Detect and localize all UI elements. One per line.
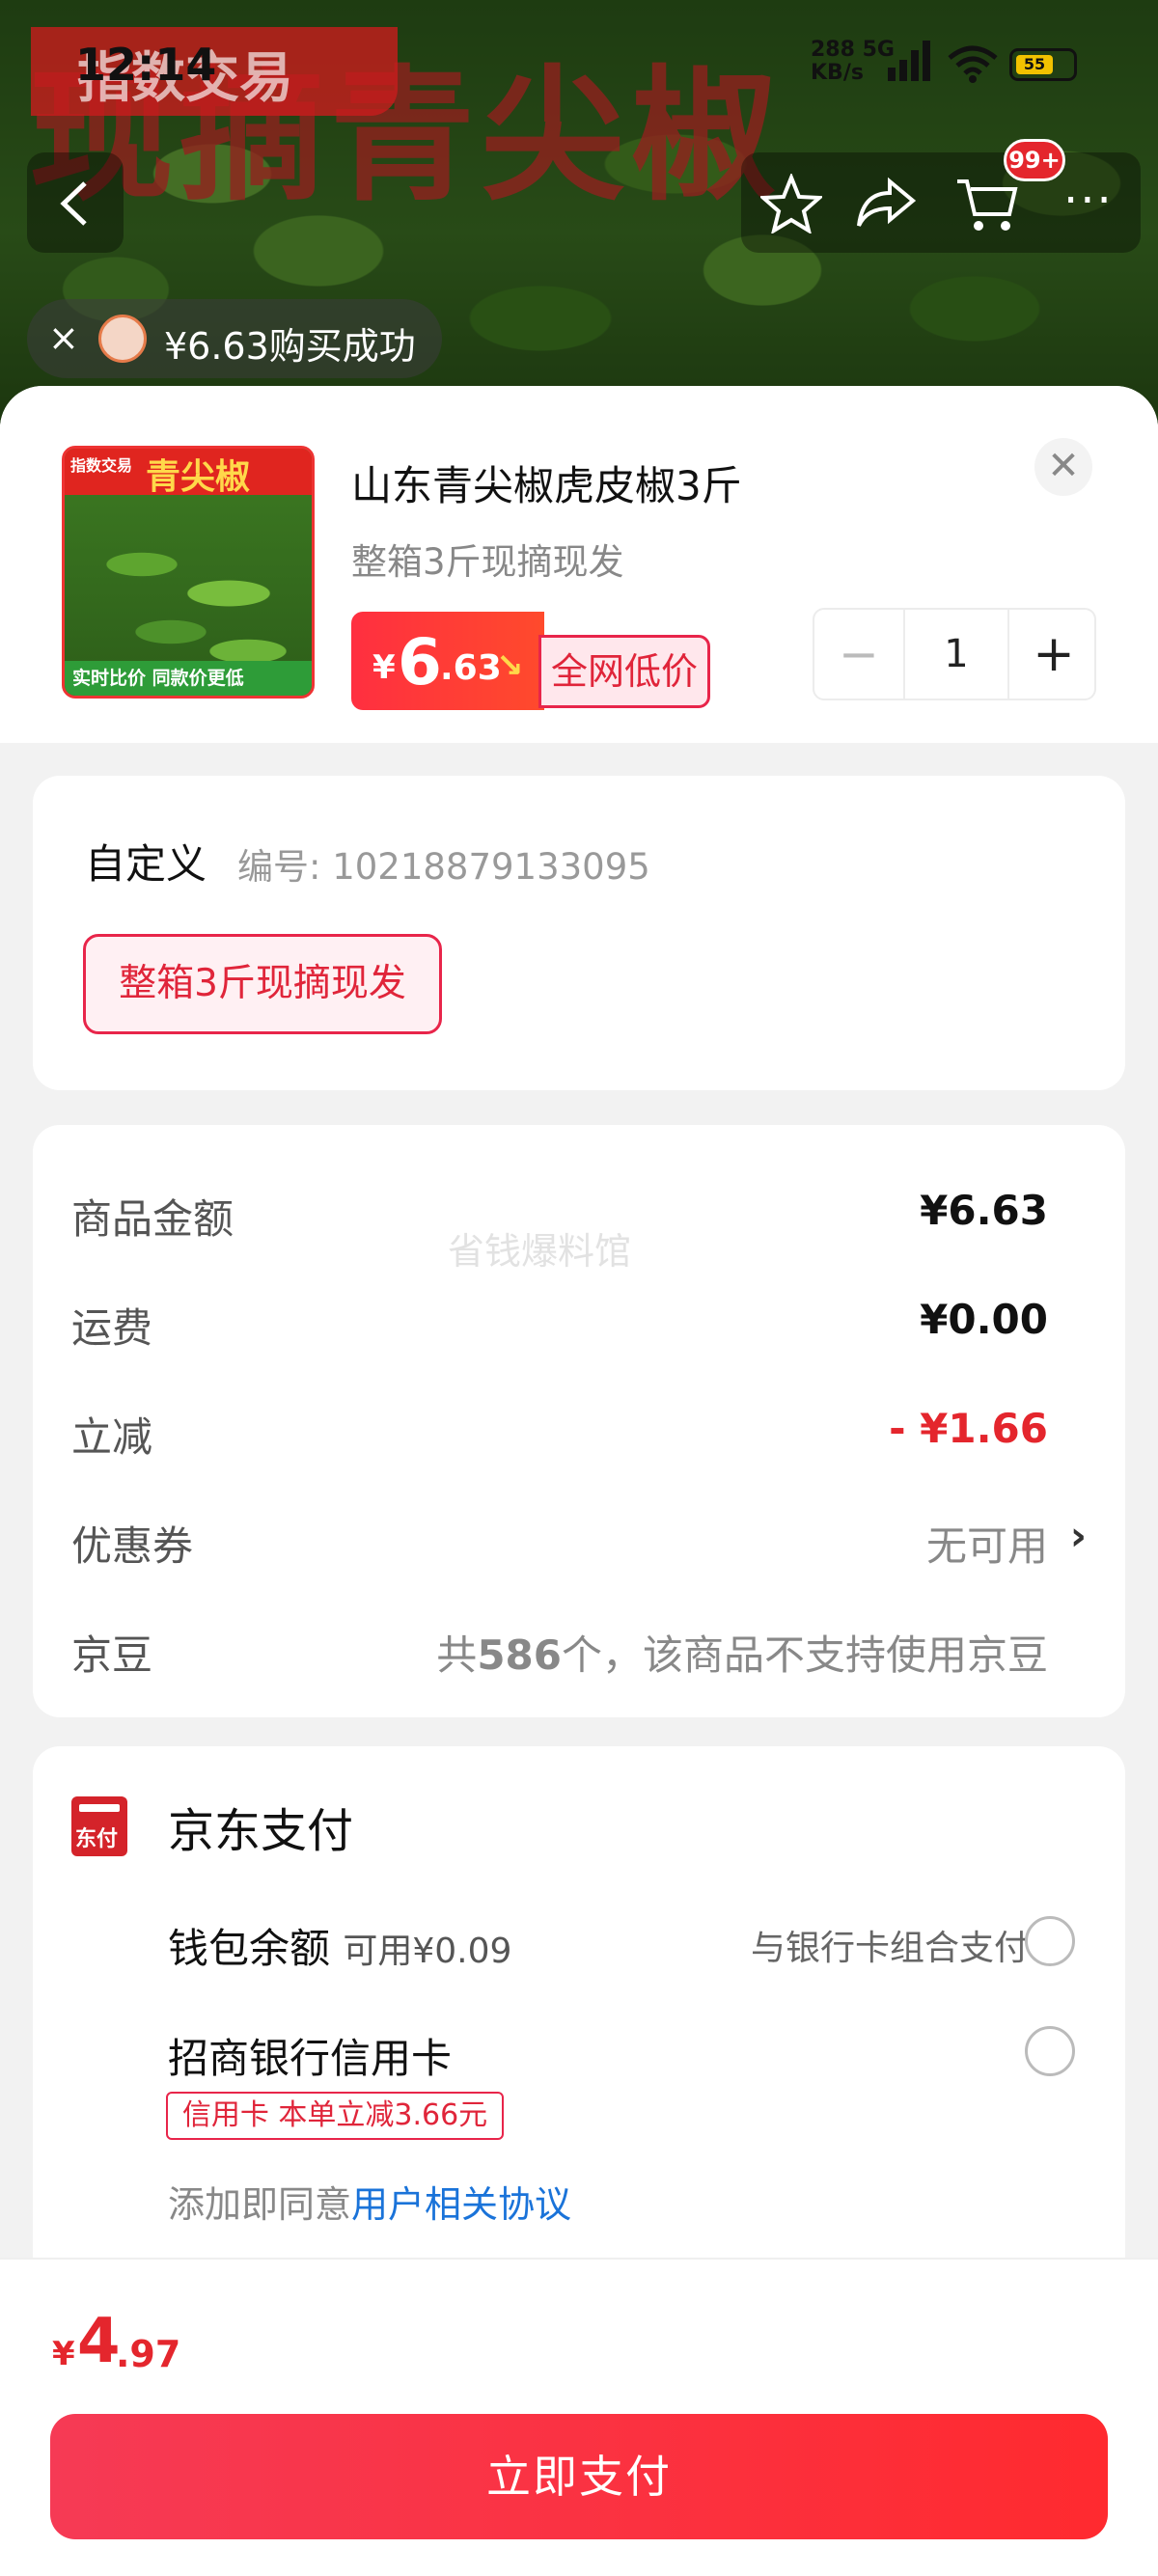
wallet-radio[interactable] <box>1025 1916 1075 1966</box>
thumb-name: 青尖椒 <box>146 457 251 497</box>
pay-now-button[interactable]: 立即支付 <box>50 2414 1108 2539</box>
star-icon[interactable] <box>760 174 822 233</box>
toast-close-icon[interactable]: × <box>48 316 79 359</box>
fee-row-jd-bean: 京豆 共586个，该商品不支持使用京豆 <box>71 1609 1087 1679</box>
product-summary: 指数交易 青尖椒 实时比价 同款价更低 山东青尖椒虎皮椒3斤 整箱3斤现摘现发 … <box>0 386 1158 743</box>
fee-label: 运费 <box>71 1304 153 1352</box>
pay-icon-stripe <box>79 1804 120 1812</box>
fee-label: 优惠券 <box>71 1522 194 1570</box>
wifi-icon <box>948 45 998 83</box>
quantity-stepper: − 1 + <box>813 608 1096 700</box>
close-button[interactable]: ✕ <box>1034 438 1092 496</box>
fee-row-goods: 商品金额 ¥6.63 <box>71 1173 1087 1243</box>
fee-row-coupon[interactable]: 优惠券 无可用 › <box>71 1500 1087 1570</box>
cart-badge: 99+ <box>1004 139 1065 181</box>
price-symbol: ¥ <box>372 648 396 687</box>
jd-bean-prefix: 共 <box>436 1631 478 1679</box>
credit-card-radio[interactable] <box>1025 2026 1075 2076</box>
status-time: 12:14 <box>75 39 217 91</box>
wallet-available: 可用¥0.09 <box>343 1932 512 1971</box>
signal-icon <box>888 41 930 81</box>
avatar <box>98 315 147 363</box>
wallet-option: 钱包余额 可用¥0.09 <box>168 1916 511 1975</box>
spec-label: 自定义 <box>85 840 207 888</box>
fee-value: ¥0.00 <box>920 1296 1048 1343</box>
fee-row-discount: 立减 - ¥1.66 <box>71 1391 1087 1461</box>
credit-card-label: 招商银行信用卡 <box>168 2035 453 2082</box>
jd-bean-count: 586 <box>477 1631 562 1679</box>
fee-label: 京豆 <box>71 1631 153 1679</box>
total-dec: .97 <box>116 2333 181 2375</box>
jd-pay-icon: 东付 <box>71 1796 127 1856</box>
purchase-toast: × ¥6.63购买成功 <box>27 299 442 378</box>
pay-icon-text: 东付 <box>75 1827 119 1851</box>
thumb-brand: 指数交易 <box>70 456 133 475</box>
price-red: ¥ 6 .63 ↘ <box>351 612 544 710</box>
fee-value: 无可用 <box>925 1522 1048 1570</box>
checkout-sheet: 指数交易 青尖椒 实时比价 同款价更低 山东青尖椒虎皮椒3斤 整箱3斤现摘现发 … <box>0 386 1158 2576</box>
more-icon[interactable]: ··· <box>1063 174 1114 228</box>
product-title: 山东青尖椒虎皮椒3斤 <box>351 462 742 509</box>
lowest-price-tag: 全网低价 <box>538 635 710 708</box>
jd-bean-suffix: 个，该商品不支持使用京豆 <box>561 1631 1048 1679</box>
jd-bean-note: 共586个，该商品不支持使用京豆 <box>436 1623 1048 1682</box>
back-button[interactable] <box>27 152 124 253</box>
net-speed-value: 288 <box>811 38 855 62</box>
credit-card-promo: 信用卡 本单立减3.66元 <box>166 2092 504 2140</box>
status-bar: 12:14 288 5G KB/s 55 <box>0 0 1158 96</box>
toast-text: ¥6.63购买成功 <box>164 325 416 368</box>
agreement-prefix: 添加即同意 <box>168 2183 352 2226</box>
checkout-bar: ¥ 4 .97 立即支付 <box>0 2258 1158 2576</box>
agreement-text: 添加即同意用户相关协议 <box>168 2175 571 2228</box>
fee-value: - ¥1.66 <box>889 1405 1048 1452</box>
spec-option-chip[interactable]: 整箱3斤现摘现发 <box>83 934 442 1034</box>
net-speed-unit: KB/s <box>811 61 864 85</box>
product-thumbnail: 指数交易 青尖椒 实时比价 同款价更低 <box>62 446 315 699</box>
product-subtitle: 整箱3斤现摘现发 <box>351 541 624 583</box>
fee-value: ¥6.63 <box>920 1187 1048 1234</box>
decrement-button[interactable]: − <box>814 610 903 699</box>
quantity-value[interactable]: 1 <box>903 610 1009 699</box>
increment-button[interactable]: + <box>1009 610 1098 699</box>
price-dec: .63 <box>440 648 502 688</box>
nav-action-group: 99+ ··· <box>741 139 1141 253</box>
cart-icon[interactable] <box>955 176 1019 233</box>
payment-title: 京东支付 <box>168 1804 354 1858</box>
down-arrow-icon: ↘ <box>496 646 524 685</box>
battery-level: 55 <box>1016 55 1053 74</box>
chevron-left-icon <box>60 181 87 226</box>
fee-card: 省钱爆料馆 商品金额 ¥6.63 运费 ¥0.00 立减 - ¥1.66 优惠券… <box>33 1125 1125 1717</box>
chevron-right-icon: › <box>1069 1512 1087 1559</box>
total-int: 4 <box>77 2306 121 2377</box>
network-speed: 288 5G KB/s <box>811 39 895 85</box>
thumb-slogan: 实时比价 同款价更低 <box>72 668 244 689</box>
share-icon[interactable] <box>855 176 917 232</box>
fee-label: 商品金额 <box>71 1195 234 1243</box>
wallet-label: 钱包余额 <box>168 1925 331 1972</box>
total-symbol: ¥ <box>52 2335 75 2373</box>
agreement-link[interactable]: 用户相关协议 <box>351 2183 571 2226</box>
fee-label: 立减 <box>71 1413 153 1461</box>
spec-code: 编号: 10218879133095 <box>237 846 650 888</box>
fee-row-shipping: 运费 ¥0.00 <box>71 1282 1087 1352</box>
battery-icon: 55 <box>1009 48 1077 81</box>
wallet-combo-text: 与银行卡组合支付 <box>750 1929 1029 1968</box>
price-int: 6 <box>398 625 442 699</box>
spec-card: 自定义 编号: 10218879133095 整箱3斤现摘现发 <box>33 776 1125 1090</box>
